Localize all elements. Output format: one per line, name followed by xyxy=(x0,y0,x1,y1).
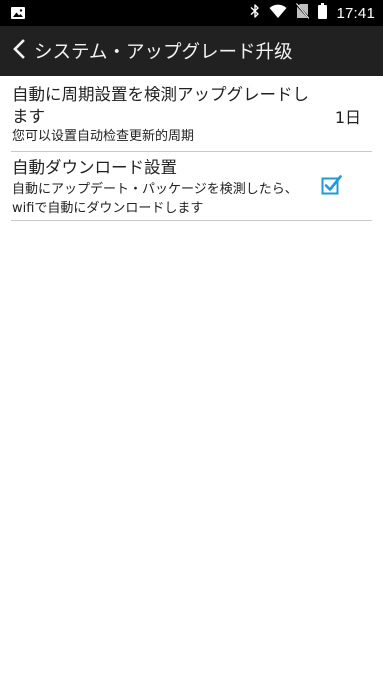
page-title: システム・アップグレード升级 xyxy=(34,42,293,63)
status-bar: 17:41 xyxy=(0,0,383,26)
battery-icon xyxy=(318,3,328,23)
wifi-icon xyxy=(269,4,287,23)
auto-download-item[interactable]: 自動ダウンロード設置 自動にアップデート・パッケージを検測したら、wifiで自動… xyxy=(11,152,372,221)
auto-download-checkbox[interactable] xyxy=(321,174,343,196)
auto-check-period-title: 自動に周期設置を検測アップグレードします xyxy=(12,85,309,126)
checkbox-checked-icon xyxy=(321,175,342,195)
no-sim-icon xyxy=(295,3,311,23)
status-time: 17:41 xyxy=(336,4,375,22)
auto-check-period-item[interactable]: 自動に周期設置を検測アップグレードします 您可以设置自动检查更新的周期 1日 xyxy=(11,76,372,152)
image-notification-icon xyxy=(10,5,26,21)
settings-list: 自動に周期設置を検測アップグレードします 您可以设置自动检查更新的周期 1日 自… xyxy=(0,76,383,221)
bluetooth-icon xyxy=(250,3,260,23)
chevron-left-icon xyxy=(12,39,26,63)
auto-download-summary: 自動にアップデート・パッケージを検測したら、wifiで自動にダウンロードします xyxy=(12,182,298,216)
auto-check-period-summary: 您可以设置自动检查更新的周期 xyxy=(12,129,195,144)
back-button[interactable] xyxy=(4,26,34,76)
app-bar: システム・アップグレード升级 xyxy=(0,26,383,76)
auto-download-title: 自動ダウンロード設置 xyxy=(12,158,177,177)
status-icons: 17:41 xyxy=(250,0,375,26)
auto-check-period-value: 1日 xyxy=(334,108,361,127)
